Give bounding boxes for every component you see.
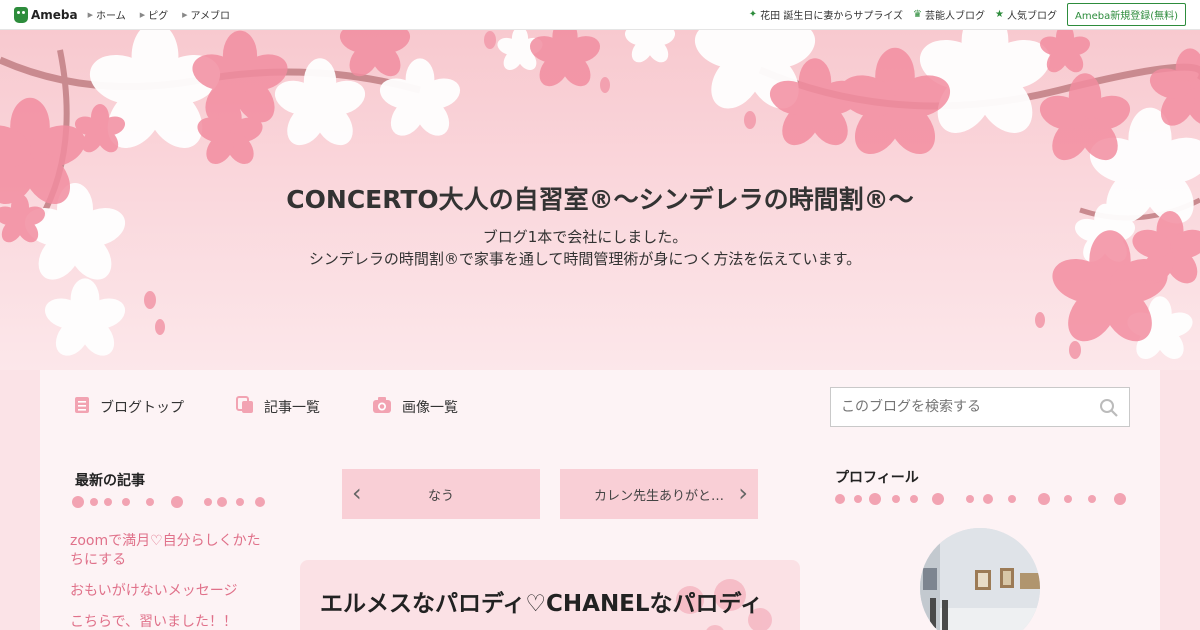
ameba-logo-icon <box>14 6 28 23</box>
sparkle-icon: ✦ <box>748 9 758 20</box>
petal-divider <box>835 493 1126 505</box>
trending-topic-link[interactable]: ✦ 花田 誕生日に妻からサプライズ <box>749 7 903 22</box>
chevron-left-icon: ‹ <box>352 479 362 507</box>
nav-image-list[interactable]: 画像一覧 <box>372 396 458 418</box>
blog-title[interactable]: CONCERTO大人の自習室®～シンデレラの時間割®～ <box>0 180 1200 216</box>
celebrity-blog-label: 芸能人ブログ <box>925 11 986 22</box>
petal-divider <box>72 496 265 508</box>
blog-description-line: シンデレラの時間割®で家事を通して時間管理術が身につく方法を伝えています。 <box>308 250 862 268</box>
prev-entry-button[interactable]: ‹ なう <box>342 469 540 519</box>
popular-blog-label: 人気ブログ <box>1006 11 1057 22</box>
blog-search-input[interactable] <box>831 399 1091 415</box>
nav-image-list-label: 画像一覧 <box>402 400 458 416</box>
celebrity-blog-link[interactable]: ♛ 芸能人ブログ <box>913 7 985 22</box>
nav-entry-list-label: 記事一覧 <box>264 400 320 416</box>
recent-entries-list: zoomで満月♡自分らしくかたちにする おもいがけないメッセージ こちらで、習い… <box>70 532 270 630</box>
register-button[interactable]: Ameba新規登録(無料) <box>1066 3 1186 26</box>
blog-header-banner: CONCERTO大人の自習室®～シンデレラの時間割®～ ブログ1本で会社にしまし… <box>0 30 1200 370</box>
blog-global-nav: ブログトップ 記事一覧 画像一覧 <box>74 396 510 418</box>
copy-icon <box>236 396 254 418</box>
article-card: エルメスなパロディ♡CHANELなパロディ <box>300 560 800 630</box>
next-entry-label: カレン先生ありがと… <box>593 488 724 504</box>
recent-entry-link[interactable]: zoomで満月♡自分らしくかたちにする <box>70 532 270 570</box>
chevron-right-icon: › <box>738 479 748 507</box>
global-header: Ameba ▶ ホーム ▶ ピグ ▶ アメブロ ✦ 花田 誕生日に妻からサプライズ ♛ 芸… <box>0 0 1200 30</box>
star-icon: ★ <box>995 9 1004 20</box>
nav-link-label: ホーム <box>96 11 126 22</box>
prev-entry-label: なう <box>427 488 454 504</box>
recent-entry-link[interactable]: おもいがけないメッセージ <box>70 582 270 601</box>
camera-icon <box>372 396 392 418</box>
logo-text: Ameba <box>31 7 78 22</box>
profile-title: プロフィール <box>835 470 919 486</box>
blog-search-box <box>830 387 1130 427</box>
nav-blog-top[interactable]: ブログトップ <box>74 396 184 418</box>
nav-link-label: アメブロ <box>190 11 231 22</box>
search-icon[interactable] <box>1099 398 1119 422</box>
blog-content-panel: ブログトップ 記事一覧 画像一覧 最新の記事 zoomで満月♡自分らし <box>40 370 1160 630</box>
profile-avatar[interactable] <box>920 528 1040 630</box>
nav-blog-top-label: ブログトップ <box>100 400 184 416</box>
nav-link-home[interactable]: ▶ ホーム <box>87 7 126 23</box>
blog-description: ブログ1本で会社にしました。 シンデレラの時間割®で家事を通して時間管理術が身に… <box>0 226 1170 270</box>
avatar-image <box>920 528 1040 630</box>
triangle-right-icon: ▶ <box>139 10 146 19</box>
blog-description-line: ブログ1本で会社にしました。 <box>482 228 688 246</box>
trending-topic-label: 花田 誕生日に妻からサプライズ <box>760 11 904 22</box>
recent-entry-link[interactable]: こちらで、習いました！！ <box>70 613 270 630</box>
next-entry-button[interactable]: カレン先生ありがと… › <box>560 469 758 519</box>
ameba-logo[interactable]: Ameba <box>14 6 78 23</box>
crown-icon: ♛ <box>913 9 923 20</box>
article-title[interactable]: エルメスなパロディ♡CHANELなパロディ <box>320 588 790 620</box>
triangle-right-icon: ▶ <box>182 10 188 19</box>
nav-link-ameblo[interactable]: ▶ アメブロ <box>182 7 231 23</box>
triangle-right-icon: ▶ <box>87 10 94 19</box>
popular-blog-link[interactable]: ★ 人気ブログ <box>995 7 1057 22</box>
nav-link-pigg[interactable]: ▶ ピグ <box>139 7 169 23</box>
nav-link-label: ピグ <box>148 11 169 22</box>
recent-entries-title: 最新の記事 <box>75 473 145 489</box>
document-icon <box>74 396 90 418</box>
nav-entry-list[interactable]: 記事一覧 <box>236 396 320 418</box>
